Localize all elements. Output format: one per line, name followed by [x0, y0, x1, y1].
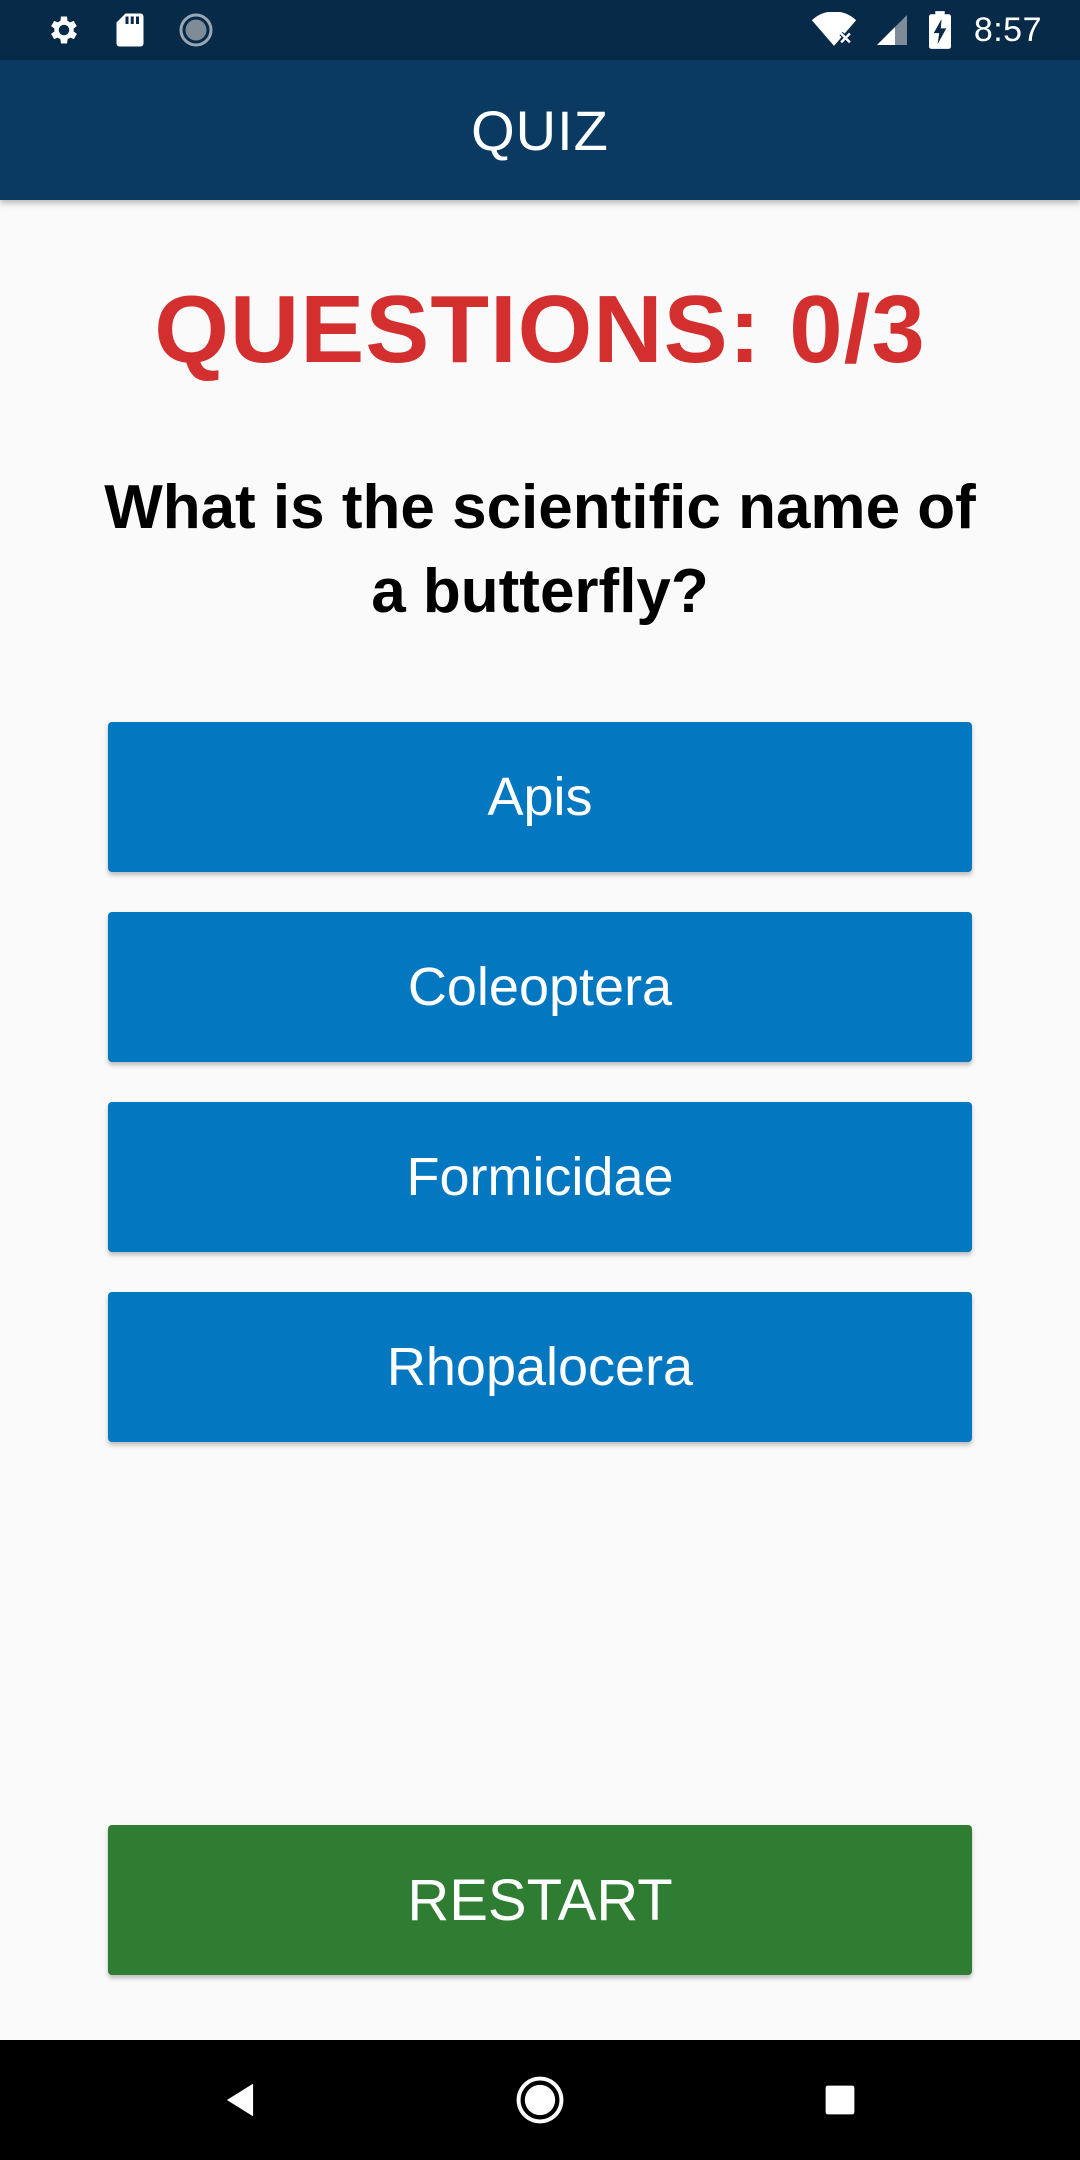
status-right-icons: 8:57 — [810, 8, 1042, 52]
question-progress-label: QUESTIONS: 0/3 — [154, 276, 926, 383]
back-icon[interactable] — [210, 2070, 270, 2130]
status-bar: 8:57 — [0, 0, 1080, 60]
answer-list: Apis Coleoptera Formicidae Rhopalocera — [108, 722, 972, 1482]
restart-button[interactable]: RESTART — [108, 1825, 972, 1975]
status-time: 8:57 — [973, 10, 1042, 49]
question-text: What is the scientific name of a butterf… — [104, 473, 976, 626]
app-bar: QUIZ — [0, 60, 1080, 200]
wifi-no-internet-icon — [810, 10, 858, 50]
recents-icon[interactable] — [810, 2070, 870, 2130]
answer-button-formicidae[interactable]: Formicidae — [108, 1102, 972, 1252]
answer-button-coleoptera[interactable]: Coleoptera — [108, 912, 972, 1062]
sd-card-icon — [110, 10, 150, 50]
navigation-bar — [0, 2040, 1080, 2160]
answer-button-rhopalocera[interactable]: Rhopalocera — [108, 1292, 972, 1442]
status-left-icons — [44, 10, 216, 50]
cellular-signal-icon — [872, 10, 912, 50]
settings-gear-icon — [44, 10, 84, 50]
app-title: QUIZ — [471, 98, 609, 162]
quiz-screen: 8:57 QUIZ QUESTIONS: 0/3 What is the sci… — [0, 0, 1080, 2160]
battery-charging-icon — [926, 10, 954, 50]
home-icon[interactable] — [510, 2070, 570, 2130]
answer-button-apis[interactable]: Apis — [108, 722, 972, 872]
sync-circle-icon — [176, 10, 216, 50]
